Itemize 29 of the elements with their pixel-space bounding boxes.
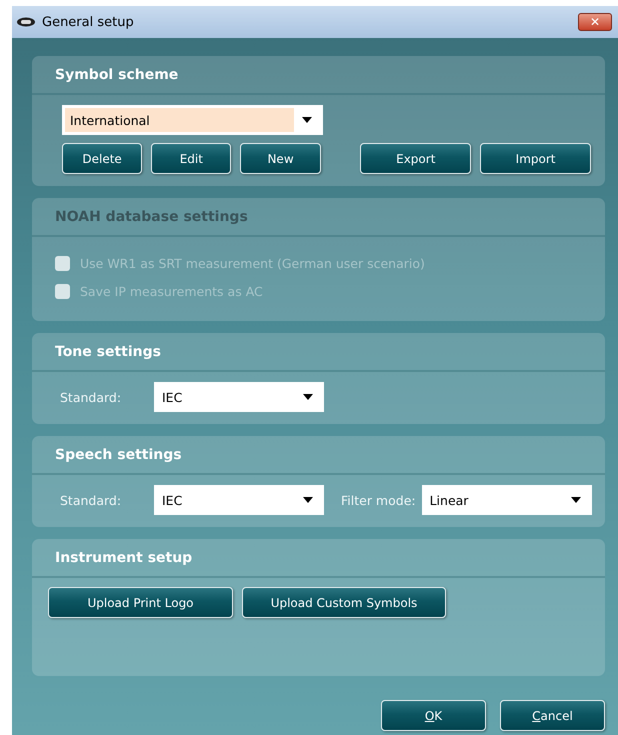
upload-button[interactable]: Upload Custom Symbols [242,587,446,618]
scheme-button[interactable]: Import [480,143,591,174]
scheme-dropdown[interactable]: International [62,105,323,135]
dropdown-arrow-icon [570,497,581,503]
window-title: General setup [42,14,135,30]
ok-button[interactable]: OK [381,700,486,731]
field-label: Filter mode: [341,492,416,508]
checkbox-label: Use WR1 as SRT measurement (German user scenario) [80,256,425,270]
section-title: NOAH database settings [55,208,248,224]
section-title: Instrument setup [55,550,192,566]
app-icon [16,17,36,27]
upload-button[interactable]: Upload Print Logo [48,587,233,618]
cancel-button[interactable]: Cancel [500,700,605,731]
section-title: Speech settings [55,446,182,462]
section-title: Tone settings [55,344,161,360]
dropdown-arrow-icon [303,394,313,400]
section-title: Symbol scheme [55,66,178,82]
field-label: Standard: [60,492,122,508]
standard-dropdown[interactable]: Linear [422,485,592,515]
scheme-button[interactable]: Export [360,143,472,174]
scheme-button[interactable]: Edit [151,143,232,174]
dropdown-arrow-icon [302,117,312,123]
field-label: Standard: [60,390,122,404]
standard-dropdown[interactable]: IEC [154,382,324,412]
dropdown-arrow-icon [303,497,313,503]
scheme-button[interactable]: Delete [62,143,142,174]
checkbox-label: Save IP measurements as AC [80,284,263,298]
scheme-button[interactable]: New [240,143,321,174]
standard-dropdown[interactable]: IEC [154,485,324,515]
